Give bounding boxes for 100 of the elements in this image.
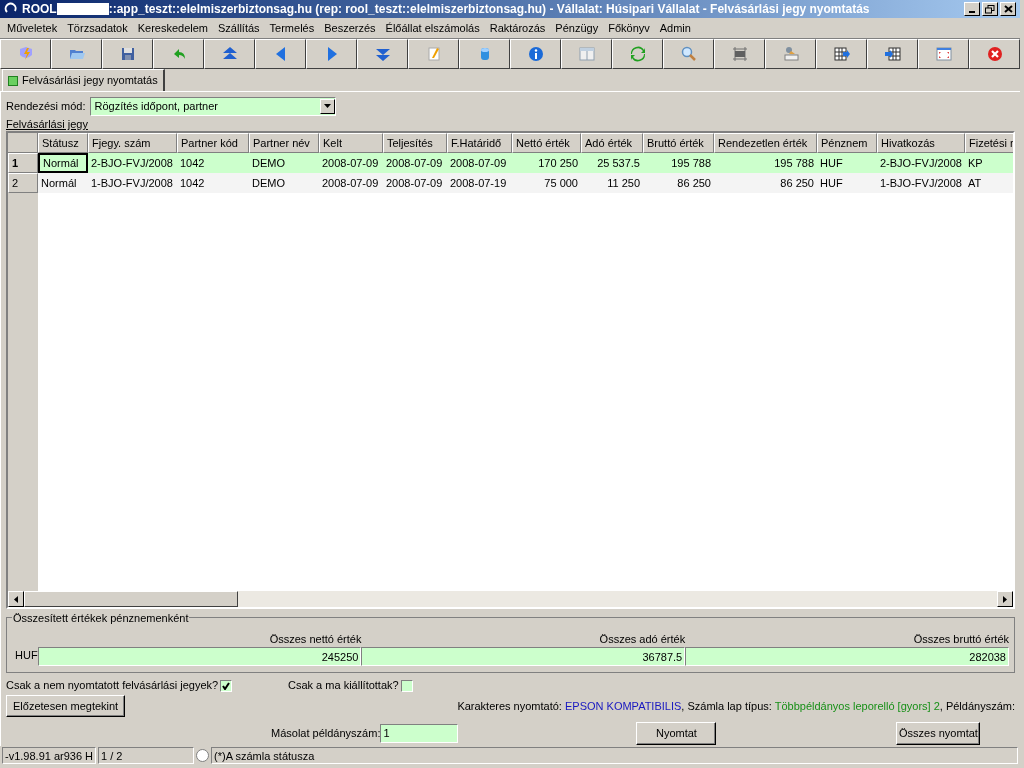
- row-header[interactable]: 1: [8, 153, 38, 173]
- menu-item[interactable]: Főkönyv: [603, 19, 655, 37]
- scrollbar-thumb[interactable]: [24, 591, 238, 607]
- table-cell-text: 2008-07-09: [449, 155, 508, 171]
- previous-button[interactable]: [255, 39, 306, 69]
- menu-item[interactable]: Raktározás: [484, 19, 551, 37]
- save-button[interactable]: [102, 39, 153, 69]
- info-icon: [526, 45, 545, 63]
- column-header[interactable]: F.Határidő: [447, 133, 512, 153]
- grid-label: Felvásárlási jegy: [6, 118, 88, 130]
- refresh-button[interactable]: [612, 39, 663, 69]
- next-button[interactable]: [306, 39, 357, 69]
- column-header[interactable]: Kelt: [319, 133, 383, 153]
- table-export-button[interactable]: [816, 39, 867, 69]
- column-header[interactable]: Teljesítés: [383, 133, 447, 153]
- last-record-button[interactable]: [357, 39, 408, 69]
- search-button[interactable]: [663, 39, 714, 69]
- copies-field[interactable]: 1: [380, 723, 459, 743]
- sort-label: Rendezési mód:: [6, 98, 86, 114]
- table-cell-text: HUF: [819, 175, 844, 191]
- window-icon: [577, 45, 596, 63]
- pencil-button[interactable]: [408, 39, 459, 69]
- table-cell-text: DEMO: [251, 175, 286, 191]
- maximize-frame-icon: [934, 45, 953, 63]
- left-arrow-icon: [14, 595, 18, 603]
- copies-label: Másolat példányszám:: [271, 725, 381, 741]
- column-header[interactable]: Nettó érték: [512, 133, 581, 153]
- frame-button[interactable]: [714, 39, 765, 69]
- column-header[interactable]: Státusz: [38, 133, 88, 153]
- status-note: (*)A számla státusza: [211, 747, 1018, 764]
- table-cell-text: HUF: [819, 155, 844, 171]
- close-icon: [985, 45, 1004, 63]
- lightning-shield-button[interactable]: [0, 39, 51, 69]
- record-position: 1 / 2: [98, 747, 195, 764]
- table-cell-text: DEMO: [251, 155, 286, 171]
- column-header[interactable]: Rendezetlen érték: [714, 133, 817, 153]
- checkbox[interactable]: [220, 679, 233, 692]
- column-header[interactable]: Partner kód: [177, 133, 249, 153]
- group-title: Összesített értékek pénznemenként: [12, 610, 190, 627]
- menu-item[interactable]: Törzsadatok: [62, 19, 133, 37]
- tab[interactable]: Felvásárlási jegy nyomtatás: [2, 69, 165, 91]
- menu-item[interactable]: Kereskedelem: [132, 19, 213, 37]
- total-field[interactable]: 245250: [37, 647, 362, 666]
- horizontal-scrollbar[interactable]: [8, 591, 1013, 607]
- print-all-button[interactable]: Összes nyomtat: [896, 721, 981, 745]
- column-header[interactable]: Pénznem: [817, 133, 877, 153]
- first-record-button[interactable]: [204, 39, 255, 69]
- menu-item[interactable]: Termelés: [264, 19, 320, 37]
- version-status: -v1.98.91 ar936 H: [2, 747, 97, 764]
- table-cell-text: Normál: [40, 175, 78, 191]
- menu-item[interactable]: Műveletek: [2, 19, 63, 37]
- table-export-icon: [832, 45, 851, 63]
- frame-icon: [730, 45, 749, 63]
- close-button[interactable]: [969, 39, 1020, 69]
- print-button[interactable]: Nyomtat: [636, 721, 717, 745]
- scroll-right-button[interactable]: [997, 591, 1013, 607]
- checkbox[interactable]: [400, 679, 413, 692]
- undo-arrow-button[interactable]: [153, 39, 204, 69]
- checkmark-icon: [222, 681, 231, 690]
- info-button[interactable]: [510, 39, 561, 69]
- table-cell-text: 2-BJO-FVJ/2008: [90, 155, 174, 171]
- row-header[interactable]: 2: [8, 173, 38, 193]
- restore-button[interactable]: [982, 2, 998, 16]
- minimize-button[interactable]: [964, 2, 980, 16]
- column-header[interactable]: Fizetési r: [965, 133, 1013, 153]
- scroll-left-button[interactable]: [8, 591, 24, 607]
- table-cell-text: 2-BJO-FVJ/2008: [879, 155, 963, 171]
- table-cell-text: KP: [967, 155, 984, 171]
- column-header[interactable]: Hivatkozás: [877, 133, 965, 153]
- column-header[interactable]: Bruttó érték: [643, 133, 714, 153]
- keyboard-user-button[interactable]: [765, 39, 816, 69]
- column-header[interactable]: Fjegy. szám: [88, 133, 177, 153]
- table-cell-text: AT: [967, 175, 983, 191]
- column-header[interactable]: Adó érték: [581, 133, 643, 153]
- printer-info: Karakteres nyomtató: EPSON KOMPATIBILIS, Számla lap típus: Többpéldányos leporelló [gyors] 2, Példányszám:: [457, 698, 1015, 714]
- column-header[interactable]: Partner név: [249, 133, 319, 153]
- window-button[interactable]: [561, 39, 612, 69]
- open-folder-button[interactable]: [51, 39, 102, 69]
- search-icon: [679, 45, 698, 63]
- close-button[interactable]: [1000, 2, 1016, 16]
- right-arrow-icon: [1003, 595, 1007, 603]
- menu-item[interactable]: Szállítás: [213, 19, 265, 37]
- total-field[interactable]: 36787.5: [361, 647, 686, 666]
- preview-button[interactable]: Előzetesen megtekint: [6, 695, 126, 717]
- menu-item[interactable]: Admin: [654, 19, 696, 37]
- maximize-frame-button[interactable]: [918, 39, 969, 69]
- table-import-button[interactable]: [867, 39, 918, 69]
- table-cell-text: 75 000: [543, 175, 579, 191]
- total-field[interactable]: 282038: [685, 647, 1009, 666]
- status-indicator-icon: [196, 749, 210, 762]
- table-cell-text: 170 250: [537, 155, 579, 171]
- menu-item[interactable]: Pénzügy: [550, 19, 604, 37]
- total-label: Összes adó érték: [599, 631, 686, 647]
- sort-dropdown[interactable]: Rögzítés időpont, partner: [89, 96, 336, 116]
- refresh-icon: [628, 45, 647, 63]
- menu-item[interactable]: Beszerzés: [319, 19, 381, 37]
- database-button[interactable]: [459, 39, 510, 69]
- table-cell-text: 2008-07-09: [385, 155, 444, 171]
- caret-icon: [323, 104, 331, 108]
- menu-item[interactable]: Élőállat elszámolás: [380, 19, 485, 37]
